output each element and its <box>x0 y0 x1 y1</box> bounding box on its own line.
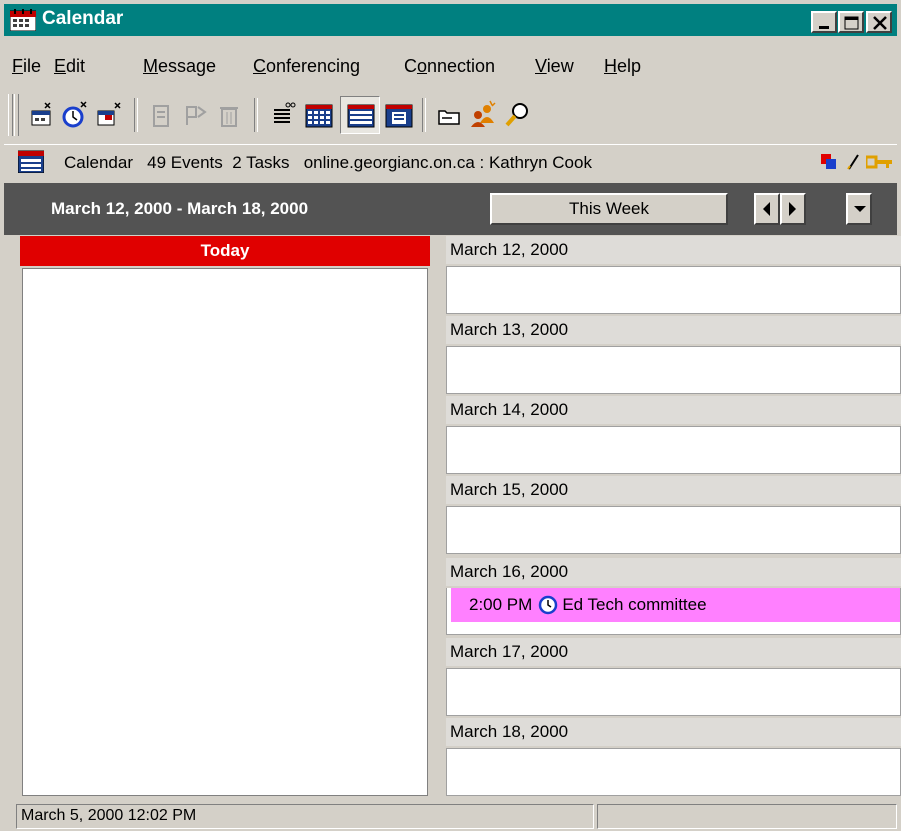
event-item[interactable]: 2:00 PM Ed Tech committee <box>451 588 900 622</box>
day-section: March 14, 2000 <box>446 396 901 476</box>
day-events[interactable] <box>446 748 901 796</box>
new-note-icon[interactable] <box>92 99 126 131</box>
toolbar-separator <box>422 98 426 132</box>
day-events[interactable] <box>446 668 901 716</box>
print-icon[interactable] <box>144 99 178 131</box>
clock-icon <box>539 595 558 614</box>
day-section: March 18, 2000 <box>446 718 901 798</box>
minimize-button[interactable] <box>811 11 837 33</box>
flag-icon[interactable] <box>178 99 212 131</box>
menu-connection[interactable]: Connection <box>404 56 495 77</box>
menu-file[interactable]: File <box>12 56 41 77</box>
delete-icon[interactable] <box>212 99 246 131</box>
key-icon[interactable] <box>866 155 894 169</box>
day-section: March 17, 2000 <box>446 638 901 718</box>
menu-bar: File Edit Message Conferencing Connectio… <box>4 56 897 86</box>
menu-edit[interactable]: Edit <box>54 56 85 77</box>
arrow-right-icon <box>789 202 796 216</box>
title-bar[interactable]: Calendar <box>4 4 897 36</box>
open-folder-icon[interactable] <box>432 99 466 131</box>
week-pane: March 12, 2000 March 13, 2000 March 14, … <box>446 236 901 796</box>
date-range: March 12, 2000 - March 18, 2000 <box>51 199 309 218</box>
today-header[interactable]: Today <box>20 236 430 266</box>
status-text: March 5, 2000 12:02 PM <box>16 804 594 829</box>
previous-week-button[interactable] <box>754 193 780 225</box>
day-events[interactable] <box>446 346 901 394</box>
status-bar: March 5, 2000 12:02 PM <box>0 802 901 831</box>
calendar-app-icon <box>10 9 36 31</box>
list-view-icon[interactable] <box>266 99 300 131</box>
new-task-icon[interactable] <box>58 99 92 131</box>
day-header[interactable]: March 13, 2000 <box>446 316 901 344</box>
week-view-icon[interactable] <box>340 96 380 134</box>
menu-help[interactable]: Help <box>604 56 641 77</box>
day-section: March 16, 2000 2:00 PM Ed Tech committee <box>446 558 901 638</box>
day-section: March 15, 2000 <box>446 476 901 556</box>
this-week-button[interactable]: This Week <box>490 193 728 225</box>
menu-conferencing[interactable]: Conferencing <box>253 56 360 77</box>
who-is-online-icon[interactable] <box>466 99 500 131</box>
online-status-icon[interactable] <box>821 154 837 170</box>
close-icon <box>873 16 887 30</box>
day-header[interactable]: March 15, 2000 <box>446 476 901 504</box>
day-header[interactable]: March 12, 2000 <box>446 236 901 264</box>
day-events[interactable]: 2:00 PM Ed Tech committee <box>446 588 901 635</box>
maximize-icon <box>844 16 859 30</box>
toolbar <box>4 90 897 140</box>
day-header[interactable]: March 14, 2000 <box>446 396 901 424</box>
toolbar-separator <box>134 98 138 132</box>
day-section: March 13, 2000 <box>446 316 901 396</box>
calendar-icon <box>18 150 44 173</box>
toolbar-separator <box>254 98 258 132</box>
status-panel <box>597 804 897 829</box>
arrow-left-icon <box>763 202 770 216</box>
next-week-button[interactable] <box>780 193 806 225</box>
menu-message[interactable]: Message <box>143 56 216 77</box>
event-time: 2:00 PM <box>469 595 533 614</box>
toolbar-grip[interactable] <box>8 94 13 136</box>
day-events[interactable] <box>446 506 901 554</box>
folder-summary: Calendar 49 Events 2 Tasks online.georgi… <box>64 153 592 172</box>
close-button[interactable] <box>866 11 892 33</box>
day-events[interactable] <box>446 426 901 474</box>
today-pane: Today <box>20 236 430 796</box>
pencil-icon[interactable] <box>846 153 860 171</box>
minimize-icon <box>819 26 829 29</box>
event-title: Ed Tech committee <box>562 595 707 614</box>
today-list[interactable] <box>22 268 428 796</box>
day-header[interactable]: March 17, 2000 <box>446 638 901 666</box>
day-header[interactable]: March 16, 2000 <box>446 558 901 586</box>
date-picker-dropdown-button[interactable] <box>846 193 872 225</box>
calendar-window: Calendar File Edit Message Conferencing … <box>0 0 901 831</box>
week-navigation-bar: March 12, 2000 - March 18, 2000 This Wee… <box>4 183 897 235</box>
day-header[interactable]: March 18, 2000 <box>446 718 901 746</box>
menu-view[interactable]: View <box>535 56 574 77</box>
find-icon[interactable] <box>500 99 534 131</box>
month-view-icon[interactable] <box>302 99 336 131</box>
maximize-button[interactable] <box>838 11 864 33</box>
day-events[interactable] <box>446 266 901 314</box>
window-title: Calendar <box>42 8 124 29</box>
day-section: March 12, 2000 <box>446 236 901 316</box>
chevron-down-icon <box>854 206 866 212</box>
day-view-icon[interactable] <box>382 99 416 131</box>
toolbar-grip[interactable] <box>14 94 19 136</box>
new-event-icon[interactable] <box>24 99 58 131</box>
info-bar: Calendar 49 Events 2 Tasks online.georgi… <box>4 144 897 179</box>
